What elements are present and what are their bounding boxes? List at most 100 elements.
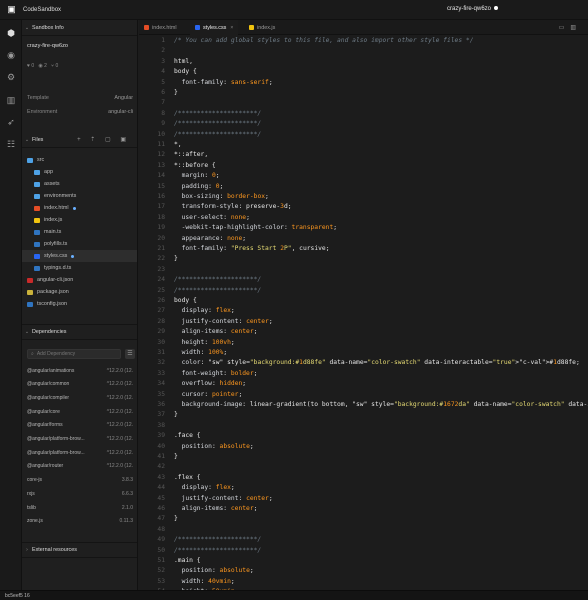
code-line[interactable]: 43 .flex { — [139, 473, 588, 483]
file-item[interactable]: main.ts — [22, 226, 137, 238]
dependency-item[interactable]: @angular/compiler ^12.2.0 (12. — [27, 391, 137, 404]
file-item[interactable]: index.html — [22, 202, 137, 214]
code-line[interactable]: 44 display: flex; — [139, 483, 588, 493]
editor-layout-controls[interactable]: ▭▥ — [559, 24, 582, 31]
dependency-item[interactable]: @angular/common ^12.2.0 (12. — [27, 378, 137, 391]
dependency-item[interactable]: zone.js 0.11.3 — [27, 515, 137, 528]
file-item[interactable]: typings.d.ts — [22, 262, 137, 274]
tab-styles-css[interactable]: styles.css × — [190, 20, 239, 35]
code-line[interactable]: 18 user-select: none; — [139, 213, 588, 223]
file-item[interactable]: package.json — [22, 286, 137, 298]
dependency-item[interactable]: @angular/platform-brow... ^12.2.0 (12. — [27, 433, 137, 446]
code-line[interactable]: 13 *::before { — [139, 161, 588, 171]
sandbox-info-header[interactable]: ⌄ Sandbox Info — [22, 20, 137, 36]
code-line[interactable]: 20 appearance: none; — [139, 234, 588, 244]
sandbox-name-header[interactable]: crazy-fire-qw6zo — [447, 6, 499, 12]
code-line[interactable]: 7 — [139, 98, 588, 108]
code-line[interactable]: 9 /*********************/ — [139, 119, 588, 129]
code-line[interactable]: 52 position: absolute; — [139, 566, 588, 576]
code-line[interactable]: 1 /* You can add global styles to this fi… — [139, 36, 588, 46]
code-line[interactable]: 39 .face { — [139, 431, 588, 441]
settings-icon[interactable]: ⚙ — [5, 71, 17, 83]
code-line[interactable]: 30 height: 100vh; — [139, 338, 588, 348]
dependency-item[interactable]: @angular/core ^12.2.0 (12. — [27, 405, 137, 418]
code-line[interactable]: 17 transform-style: preserve-3d; — [139, 202, 588, 212]
dependency-item[interactable]: @angular/router ^12.2.0 (12. — [27, 460, 137, 473]
code-line[interactable]: 10 /*********************/ — [139, 130, 588, 140]
dependency-item[interactable]: @angular/animations ^12.2.0 (12. — [27, 364, 137, 377]
close-icon[interactable]: × — [230, 25, 233, 31]
code-line[interactable]: 12 *::after, — [139, 150, 588, 160]
code-line[interactable]: 36 background-image: linear-gradient(to … — [139, 400, 588, 410]
explorer-icon[interactable]: ◉ — [5, 49, 17, 61]
code-line[interactable]: 38 — [139, 421, 588, 431]
code-line[interactable]: 46 align-items: center; — [139, 504, 588, 514]
dependency-version[interactable]: ^12.2.0 (12. — [107, 368, 133, 374]
code-editor[interactable]: 1 /* You can add global styles to this fi… — [139, 35, 588, 590]
code-line[interactable]: 47} — [139, 514, 588, 524]
code-line[interactable]: 34 overflow: hidden; — [139, 379, 588, 389]
dependency-version[interactable]: ^12.2.0 (12. — [107, 463, 133, 469]
dependency-version[interactable]: ^12.2.0 (12. — [107, 409, 133, 415]
file-actions[interactable]: + ⇡ ▢ ▣ — [77, 136, 130, 143]
file-item[interactable]: styles.css — [22, 250, 137, 262]
dependency-item[interactable]: rxjs 6.6.3 — [27, 487, 137, 500]
preview-icon[interactable]: ▥ — [570, 25, 582, 31]
files-header[interactable]: ⌄ Files + ⇡ ▢ ▣ — [22, 132, 137, 148]
code-line[interactable]: 4 body { — [139, 67, 588, 77]
external-resources-header[interactable]: › External resources — [22, 542, 137, 558]
code-line[interactable]: 8 /*********************/ — [139, 109, 588, 119]
dependency-version[interactable]: ^12.2.0 (12. — [107, 450, 133, 456]
dependency-version[interactable]: 2.1.0 — [122, 505, 133, 511]
live-icon[interactable]: ☷ — [5, 138, 17, 150]
code-line[interactable]: 50 /*********************/ — [139, 546, 588, 556]
rocket-icon[interactable]: ➶ — [5, 116, 17, 128]
dependency-item[interactable]: core-js 3.8.3 — [27, 474, 137, 487]
code-line[interactable]: 28 justify-content: center; — [139, 317, 588, 327]
code-line[interactable]: 35 cursor: pointer; — [139, 390, 588, 400]
code-line[interactable]: 19 -webkit-tap-highlight-color: transpar… — [139, 223, 588, 233]
code-line[interactable]: 33 font-weight: bolder; — [139, 369, 588, 379]
code-line[interactable]: 2 — [139, 46, 588, 56]
split-view-icon[interactable]: ▭ — [559, 25, 571, 31]
code-line[interactable]: 21 font-family: "Press Start 2P", cursiv… — [139, 244, 588, 254]
code-line[interactable]: 49 /*********************/ — [139, 535, 588, 545]
code-line[interactable]: 40 position: absolute; — [139, 442, 588, 452]
dependency-list-button[interactable]: ☰ — [125, 349, 135, 359]
code-line[interactable]: 5 font-family: sans-serif; — [139, 78, 588, 88]
tab-index-html[interactable]: index.html — [139, 20, 182, 35]
code-line[interactable]: 32 color: "sw" style="background:#1d88fe… — [139, 358, 588, 368]
file-item[interactable]: assets — [22, 178, 137, 190]
file-item[interactable]: app — [22, 166, 137, 178]
dependency-item[interactable]: @angular/forms ^12.2.0 (12. — [27, 419, 137, 432]
dependency-item[interactable]: @angular/platform-brow... ^12.2.0 (12. — [27, 446, 137, 459]
dependency-version[interactable]: 0.11.3 — [119, 518, 133, 524]
code-line[interactable]: 41} — [139, 452, 588, 462]
code-line[interactable]: 16 box-sizing: border-box; — [139, 192, 588, 202]
dependency-version[interactable]: 3.8.3 — [122, 477, 133, 483]
info-icon[interactable]: ⬢ — [5, 27, 17, 39]
file-item[interactable]: polyfills.ts — [22, 238, 137, 250]
code-line[interactable]: 42 — [139, 462, 588, 472]
file-item[interactable]: src — [22, 154, 137, 166]
file-item[interactable]: angular-cli.json — [22, 274, 137, 286]
code-line[interactable]: 53 width: 40vmin; — [139, 577, 588, 587]
dependency-version[interactable]: ^12.2.0 (12. — [107, 395, 133, 401]
code-line[interactable]: 45 justify-content: center; — [139, 494, 588, 504]
code-line[interactable]: 24 /*********************/ — [139, 275, 588, 285]
dependency-version[interactable]: ^12.2.0 (12. — [107, 436, 133, 442]
file-item[interactable]: tsconfig.json — [22, 298, 137, 310]
code-line[interactable]: 15 padding: 0; — [139, 182, 588, 192]
template-value[interactable]: Angular — [114, 95, 133, 101]
add-dependency-input[interactable]: ⌕ Add Dependency — [27, 349, 121, 359]
code-line[interactable]: 37} — [139, 410, 588, 420]
code-line[interactable]: 6} — [139, 88, 588, 98]
code-line[interactable]: 23 — [139, 265, 588, 275]
code-line[interactable]: 3 html, — [139, 57, 588, 67]
code-line[interactable]: 29 align-items: center; — [139, 327, 588, 337]
code-line[interactable]: 51 .main { — [139, 556, 588, 566]
dependency-version[interactable]: ^12.2.0 (12. — [107, 422, 133, 428]
file-item[interactable]: environments — [22, 190, 137, 202]
dependency-version[interactable]: 6.6.3 — [122, 491, 133, 497]
tab-index-js[interactable]: index.js — [244, 20, 280, 35]
